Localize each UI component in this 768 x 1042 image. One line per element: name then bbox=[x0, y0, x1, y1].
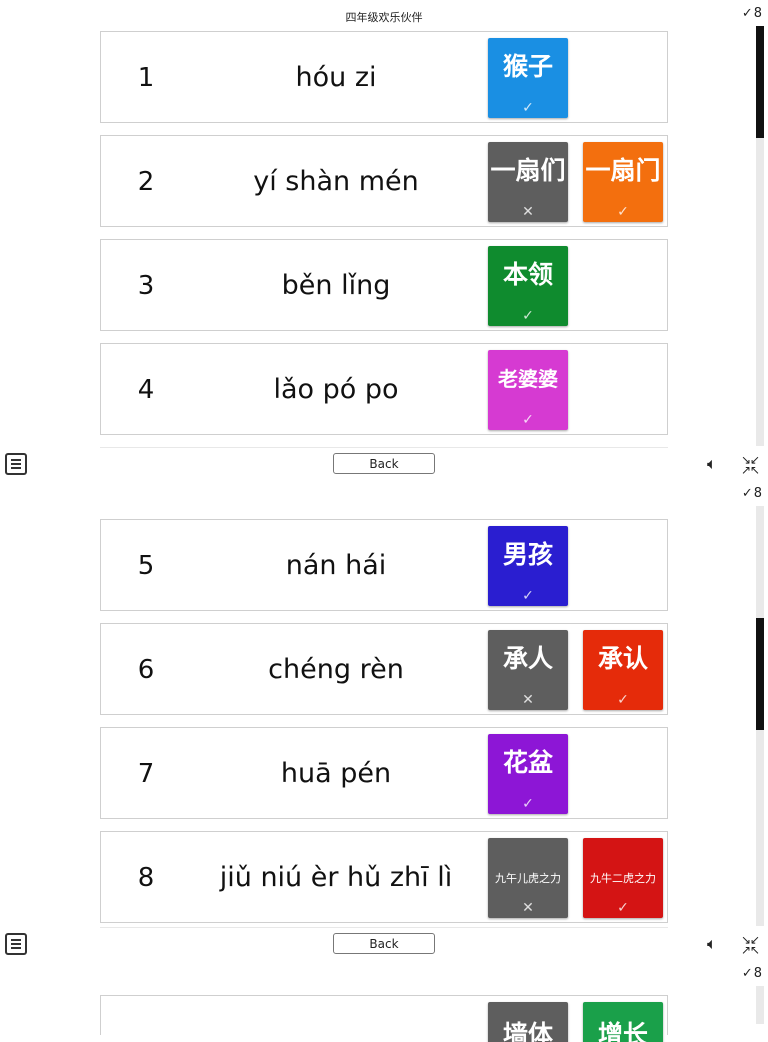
menu-icon[interactable] bbox=[5, 453, 27, 475]
page-title: 四年级欢乐伙伴 bbox=[345, 11, 423, 24]
answer-choice[interactable]: 九午儿虎之力 ✕ bbox=[488, 838, 568, 918]
question-row: 7 huā pén 花盆 ✓ bbox=[100, 727, 668, 819]
answer-choice[interactable]: 承认 ✓ bbox=[583, 630, 663, 710]
answer-choice[interactable]: 男孩 ✓ bbox=[488, 526, 568, 606]
pinyin-text: hóu zi bbox=[295, 62, 377, 93]
question-number: 5 bbox=[137, 551, 155, 581]
question-row: 墙体 增长 bbox=[100, 995, 668, 1042]
answer-choice[interactable]: 花盆 ✓ bbox=[488, 734, 568, 814]
scrollbar[interactable] bbox=[756, 26, 764, 446]
check-icon: ✓ bbox=[522, 588, 534, 604]
question-number: 3 bbox=[137, 271, 155, 301]
check-icon: ✓ bbox=[617, 900, 629, 916]
check-icon: ✓ bbox=[741, 966, 753, 981]
question-row: 6 chéng rèn 承人 ✕ 承认 ✓ bbox=[100, 623, 668, 715]
check-icon: ✓ bbox=[741, 486, 753, 501]
question-number: 4 bbox=[137, 375, 155, 405]
score-display: ✓8 bbox=[741, 966, 762, 981]
check-icon: ✓ bbox=[617, 692, 629, 708]
pinyin-text: lǎo pó po bbox=[273, 374, 399, 405]
pinyin-text: yí shàn mén bbox=[253, 166, 419, 197]
check-icon: ✓ bbox=[617, 204, 629, 220]
shrink-icon[interactable]: ↘↙ ↗↖ bbox=[741, 454, 760, 476]
pinyin-text: nán hái bbox=[285, 550, 387, 581]
answer-choice[interactable]: 一扇们 ✕ bbox=[488, 142, 568, 222]
pinyin-text: běn lǐng bbox=[281, 270, 391, 301]
scrollbar[interactable] bbox=[756, 986, 764, 1024]
answer-choice[interactable]: 猴子 ✓ bbox=[488, 38, 568, 118]
menu-icon[interactable] bbox=[5, 933, 27, 955]
cross-icon: ✕ bbox=[522, 692, 534, 708]
scrollbar-thumb[interactable] bbox=[756, 618, 764, 730]
check-icon: ✓ bbox=[741, 6, 753, 21]
question-row: 1 hóu zi 猴子 ✓ bbox=[100, 31, 668, 123]
pinyin-text: huā pén bbox=[280, 758, 392, 789]
check-icon: ✓ bbox=[522, 100, 534, 116]
answer-choice[interactable]: 老婆婆 ✓ bbox=[488, 350, 568, 430]
score-display: ✓8 bbox=[741, 6, 762, 21]
speaker-icon[interactable]: 🔈︎ bbox=[707, 934, 717, 954]
question-row: 8 jiǔ niú èr hǔ zhī lì 九午儿虎之力 ✕ 九牛二虎之力 ✓ bbox=[100, 831, 668, 923]
answer-choice[interactable]: 本领 ✓ bbox=[488, 246, 568, 326]
divider bbox=[100, 447, 668, 448]
answer-choice[interactable]: 增长 bbox=[583, 1002, 663, 1042]
question-row: 2 yí shàn mén 一扇们 ✕ 一扇门 ✓ bbox=[100, 135, 668, 227]
back-button[interactable]: Back bbox=[333, 453, 435, 474]
back-button[interactable]: Back bbox=[333, 933, 435, 954]
check-icon: ✓ bbox=[522, 308, 534, 324]
question-number: 7 bbox=[137, 759, 155, 789]
shrink-icon[interactable]: ↘↙ ↗↖ bbox=[741, 934, 760, 956]
answer-choice[interactable]: 承人 ✕ bbox=[488, 630, 568, 710]
pinyin-text: jiǔ niú èr hǔ zhī lì bbox=[219, 862, 453, 893]
answer-choice[interactable]: 一扇门 ✓ bbox=[583, 142, 663, 222]
check-icon: ✓ bbox=[522, 796, 534, 812]
score-display: ✓8 bbox=[741, 486, 762, 501]
check-icon: ✓ bbox=[522, 412, 534, 428]
question-row: 4 lǎo pó po 老婆婆 ✓ bbox=[100, 343, 668, 435]
scrollbar[interactable] bbox=[756, 506, 764, 926]
question-number: 6 bbox=[137, 655, 155, 685]
question-number: 8 bbox=[137, 863, 155, 893]
question-row: 5 nán hái 男孩 ✓ bbox=[100, 519, 668, 611]
question-number: 2 bbox=[137, 167, 155, 197]
speaker-icon[interactable]: 🔈︎ bbox=[707, 454, 717, 474]
question-number: 1 bbox=[137, 63, 155, 93]
question-row: 3 běn lǐng 本领 ✓ bbox=[100, 239, 668, 331]
scrollbar-thumb[interactable] bbox=[756, 26, 764, 138]
cross-icon: ✕ bbox=[522, 204, 534, 220]
divider bbox=[100, 927, 668, 928]
pinyin-text: chéng rèn bbox=[268, 654, 404, 685]
cross-icon: ✕ bbox=[522, 900, 534, 916]
answer-choice[interactable]: 九牛二虎之力 ✓ bbox=[583, 838, 663, 918]
answer-choice[interactable]: 墙体 bbox=[488, 1002, 568, 1042]
